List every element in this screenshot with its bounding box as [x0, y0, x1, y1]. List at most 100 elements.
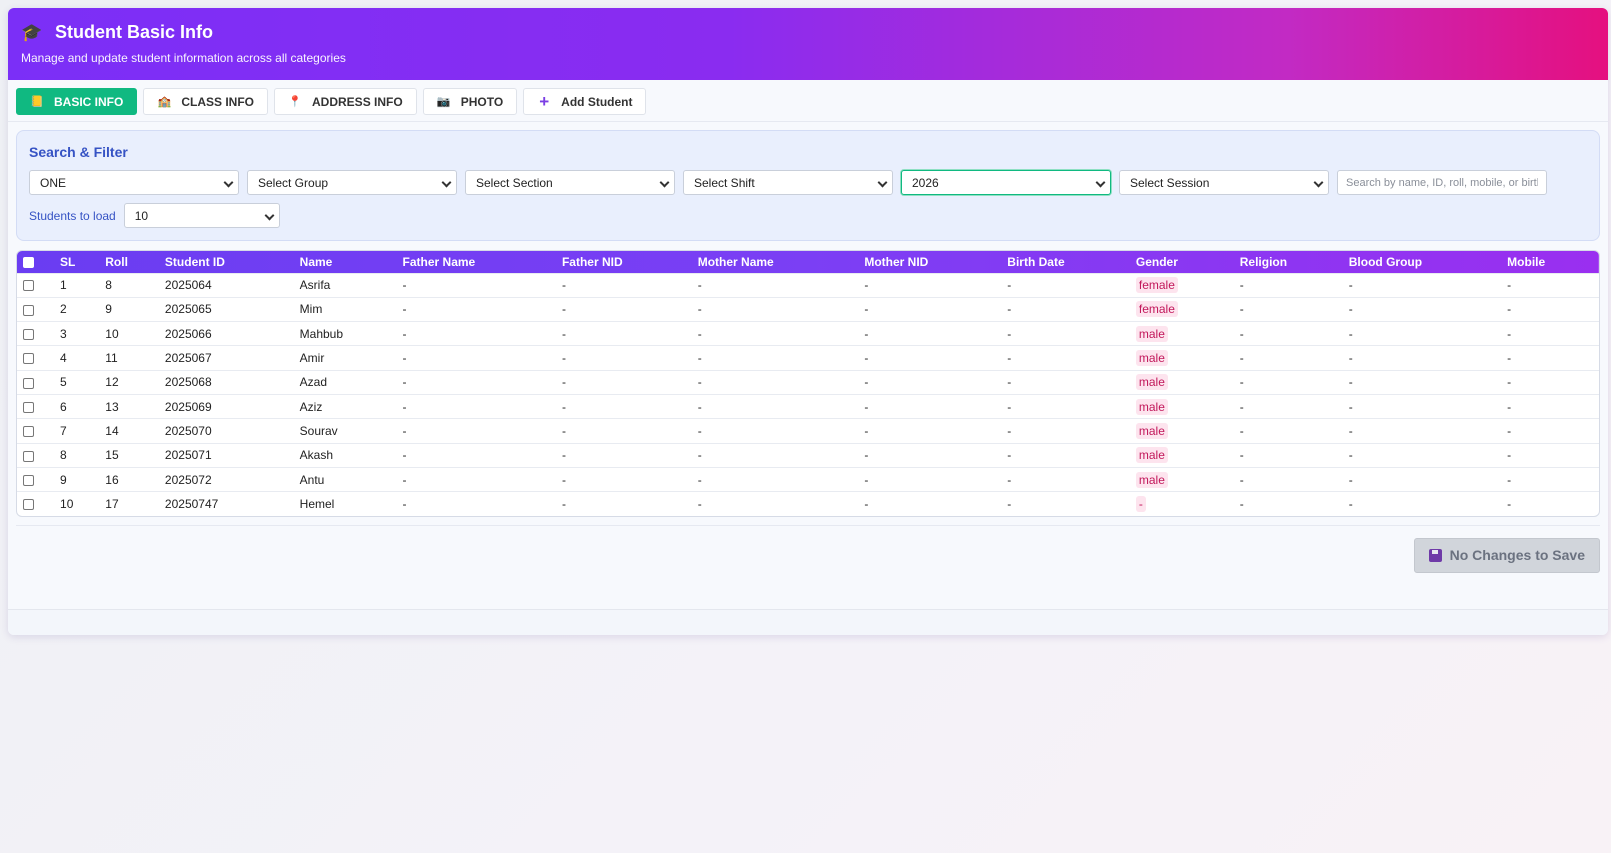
row-checkbox[interactable] — [23, 280, 34, 292]
table-row[interactable]: 1 8 2025064 Asrifa - - - - - female - - - — [17, 272, 1599, 298]
table-cell: 5 — [54, 369, 100, 395]
table-cell: - — [1501, 321, 1599, 346]
table-cell: - — [555, 369, 692, 395]
tab-class-info[interactable]: 🏫 CLASS INFO — [143, 88, 269, 115]
table-cell: - — [396, 272, 556, 298]
row-checkbox[interactable] — [23, 474, 34, 486]
table-row[interactable]: 2 9 2025065 Mim - - - - - female - - - — [17, 296, 1599, 322]
table-cell: - — [858, 345, 1002, 371]
row-checkbox[interactable] — [23, 499, 34, 511]
row-checkbox[interactable] — [23, 377, 34, 389]
students-table: SL Roll Student ID Name Father Name Fath… — [16, 250, 1600, 517]
table-cell: - — [691, 393, 859, 419]
tab-label: CLASS INFO — [181, 94, 255, 109]
table-cell: 2025069 — [158, 393, 294, 419]
column-header[interactable]: SL — [54, 251, 99, 273]
column-header[interactable]: Religion — [1234, 251, 1343, 273]
table-cell: 6 — [54, 393, 100, 419]
row-checkbox[interactable] — [23, 401, 34, 413]
table-row[interactable]: 5 12 2025068 Azad - - - - - male - - - — [17, 369, 1599, 395]
table-cell: - — [1001, 345, 1130, 371]
table-cell: - — [1342, 491, 1502, 516]
column-header[interactable]: Father NID — [556, 251, 692, 273]
table-row[interactable]: 6 13 2025069 Aziz - - - - - male - - - — [17, 393, 1599, 419]
table-cell: Asrifa — [293, 272, 397, 298]
section-select[interactable]: Select Section — [465, 170, 675, 195]
action-footer: No Changes to Save — [16, 524, 1600, 583]
table-header-row: SL Roll Student ID Name Father Name Fath… — [17, 251, 1599, 273]
table-cell: - — [1001, 418, 1130, 444]
table-cell: - — [555, 393, 692, 419]
tab-photo[interactable]: 📷 PHOTO — [422, 88, 518, 115]
session-select[interactable]: Select Session — [1119, 170, 1329, 195]
table-cell: - — [555, 345, 692, 371]
table-row[interactable]: 7 14 2025070 Sourav - - - - - male - - - — [17, 418, 1599, 444]
select-all-checkbox[interactable] — [23, 257, 34, 269]
column-header[interactable]: Student ID — [159, 251, 294, 273]
table-cell: - — [1501, 369, 1599, 395]
table-cell: - — [1001, 296, 1130, 322]
table-row[interactable]: 10 17 20250747 Hemel - - - - - - - - - — [17, 491, 1599, 516]
table-cell: - — [1501, 393, 1599, 419]
camera-icon: 📷 — [436, 96, 451, 108]
table-row[interactable]: 3 10 2025066 Mahbub - - - - - male - - - — [17, 321, 1599, 346]
column-header[interactable]: Name — [294, 251, 397, 273]
table-cell: - — [396, 491, 556, 516]
column-header[interactable]: Father Name — [397, 251, 556, 273]
shift-select[interactable]: Select Shift — [683, 170, 893, 195]
table-cell: - — [1342, 466, 1502, 492]
gender-badge: male — [1135, 350, 1168, 367]
table-cell: male — [1129, 393, 1234, 419]
page-header: 🎓 Student Basic Info Manage and update s… — [8, 8, 1608, 80]
row-checkbox[interactable] — [23, 353, 34, 365]
column-header[interactable]: Mother Name — [692, 251, 859, 273]
student-info-card: 🎓 Student Basic Info Manage and update s… — [8, 8, 1608, 635]
students-to-load-select[interactable]: 10 — [123, 203, 280, 228]
row-checkbox[interactable] — [23, 450, 34, 462]
table-cell: - — [1342, 296, 1502, 322]
group-select[interactable]: Select Group — [247, 170, 457, 195]
table-row[interactable]: 9 16 2025072 Antu - - - - - male - - - — [17, 466, 1599, 492]
table-cell: - — [858, 418, 1002, 444]
column-header[interactable]: Blood Group — [1343, 251, 1501, 273]
year-select[interactable]: 2026 — [901, 170, 1111, 195]
table-cell: 2025066 — [158, 321, 294, 346]
row-checkbox[interactable] — [23, 426, 34, 438]
column-header[interactable]: Birth Date — [1001, 251, 1130, 273]
column-header[interactable]: Mother NID — [858, 251, 1001, 273]
table-cell: male — [1129, 466, 1234, 492]
search-input[interactable] — [1337, 170, 1547, 195]
table-cell: - — [396, 345, 556, 371]
table-row[interactable]: 4 11 2025067 Amir - - - - - male - - - — [17, 345, 1599, 371]
table-cell: - — [555, 466, 692, 492]
table-cell: 2025068 — [158, 369, 294, 395]
table-cell: 17 — [99, 491, 159, 516]
column-header[interactable]: Roll — [99, 251, 159, 273]
table-cell: 20250747 — [158, 491, 294, 516]
table-cell: 8 — [99, 272, 159, 298]
table-cell: - — [1233, 418, 1343, 444]
save-changes-button[interactable]: No Changes to Save — [1413, 537, 1600, 573]
column-header[interactable]: Gender — [1130, 251, 1234, 273]
column-header[interactable]: Mobile — [1501, 251, 1599, 273]
tab-basic-info[interactable]: 📒 BASIC INFO — [16, 88, 138, 115]
table-cell: - — [1342, 321, 1502, 346]
chevron-down-icon — [659, 177, 670, 188]
table-cell: - — [1001, 442, 1130, 468]
table-cell: 10 — [99, 321, 159, 346]
gender-badge: female — [1135, 301, 1178, 318]
tab-bar: 📒 BASIC INFO 🏫 CLASS INFO 📍 ADDRESS INFO… — [8, 80, 1608, 122]
table-cell: - — [1233, 272, 1343, 298]
table-cell: - — [396, 296, 556, 322]
tab-address-info[interactable]: 📍 ADDRESS INFO — [274, 88, 417, 115]
add-student-button[interactable]: + Add Student — [523, 88, 647, 115]
table-cell: - — [555, 442, 692, 468]
class-select[interactable]: ONE — [29, 170, 239, 195]
table-cell: - — [555, 272, 692, 298]
table-cell: female — [1129, 296, 1234, 322]
page-subtitle: Manage and update student information ac… — [21, 51, 346, 65]
row-checkbox[interactable] — [23, 329, 34, 341]
row-checkbox[interactable] — [23, 304, 34, 316]
chevron-down-icon — [223, 177, 234, 188]
table-row[interactable]: 8 15 2025071 Akash - - - - - male - - - — [17, 442, 1599, 468]
